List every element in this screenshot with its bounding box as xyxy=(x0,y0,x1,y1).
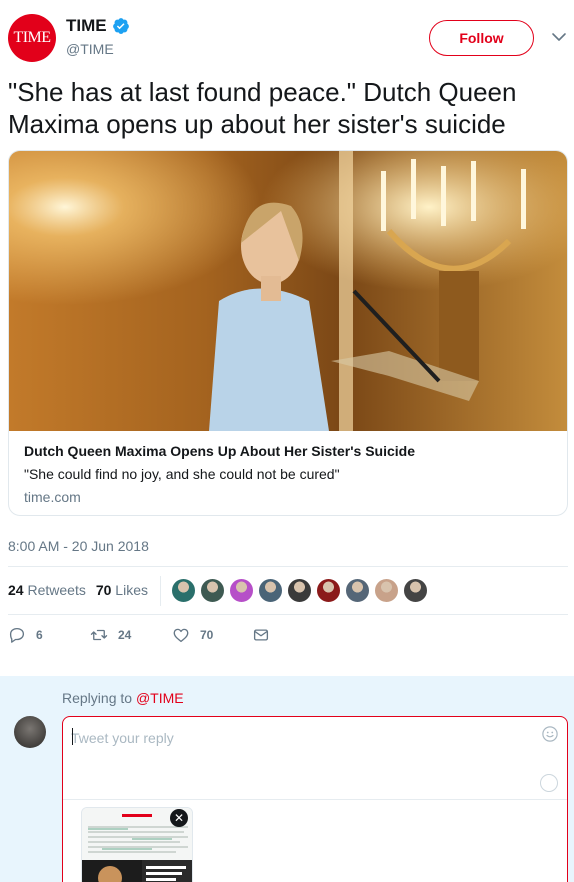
reply-composer: Replying to @TIME Tweet your reply ✕ xyxy=(0,676,574,882)
tweet-stats: 24 Retweets 70 Likes xyxy=(8,582,148,598)
reply-action[interactable]: 6 xyxy=(8,626,90,644)
account-avatar[interactable]: TIME xyxy=(8,14,56,62)
account-handle[interactable]: @TIME xyxy=(66,41,114,57)
card-image[interactable] xyxy=(9,151,568,431)
liker-avatar[interactable] xyxy=(374,578,399,603)
envelope-icon[interactable] xyxy=(252,626,270,644)
like-count: 70 xyxy=(200,628,214,642)
divider xyxy=(8,614,568,615)
card-title[interactable]: Dutch Queen Maxima Opens Up About Her Si… xyxy=(24,443,415,459)
divider xyxy=(63,799,567,800)
card-description: "She could find no joy, and she could no… xyxy=(24,466,340,482)
liker-avatars xyxy=(171,578,428,603)
stats-separator xyxy=(160,576,161,606)
chevron-down-icon[interactable] xyxy=(551,29,567,45)
liker-avatar[interactable] xyxy=(403,578,428,603)
replying-to: Replying to @TIME xyxy=(62,690,184,706)
reply-count: 6 xyxy=(36,628,43,642)
reply-box[interactable]: ✕ xyxy=(62,716,568,882)
card-domain[interactable]: time.com xyxy=(24,489,81,505)
retweets-label[interactable]: Retweets xyxy=(27,582,85,598)
heart-icon[interactable] xyxy=(172,626,190,644)
liker-avatar[interactable] xyxy=(258,578,283,603)
user-avatar[interactable] xyxy=(14,716,46,748)
account-name-text[interactable]: TIME xyxy=(66,16,107,36)
liker-avatar[interactable] xyxy=(345,578,370,603)
emoji-icon[interactable] xyxy=(541,725,559,743)
text-cursor xyxy=(72,728,73,745)
follow-button[interactable]: Follow xyxy=(429,20,534,56)
retweets-count[interactable]: 24 xyxy=(8,582,24,598)
reply-icon[interactable] xyxy=(8,626,26,644)
link-card[interactable]: Dutch Queen Maxima Opens Up About Her Si… xyxy=(8,150,568,516)
liker-avatar[interactable] xyxy=(229,578,254,603)
liker-avatar[interactable] xyxy=(287,578,312,603)
like-action[interactable]: 70 xyxy=(172,626,252,644)
liker-avatar[interactable] xyxy=(316,578,341,603)
character-counter xyxy=(540,774,558,792)
reply-input[interactable] xyxy=(71,727,511,749)
likes-label[interactable]: Likes xyxy=(115,582,148,598)
retweet-icon[interactable] xyxy=(90,626,108,644)
likes-count[interactable]: 70 xyxy=(96,582,112,598)
liker-avatar[interactable] xyxy=(200,578,225,603)
tweet: TIME TIME @TIME Follow "She has at last … xyxy=(0,0,574,676)
retweet-count: 24 xyxy=(118,628,132,642)
replying-to-label: Replying to xyxy=(62,690,133,706)
liker-avatar[interactable] xyxy=(171,578,196,603)
direct-message-action[interactable] xyxy=(252,626,270,644)
tweet-actions: 6 24 70 xyxy=(8,626,270,644)
tweet-timestamp[interactable]: 8:00 AM - 20 Jun 2018 xyxy=(8,538,149,554)
divider xyxy=(8,566,568,567)
verified-badge-icon xyxy=(112,18,129,34)
replying-to-handle[interactable]: @TIME xyxy=(136,690,184,706)
retweets-stat[interactable]: 24 Retweets xyxy=(8,582,86,598)
likes-stat[interactable]: 70 Likes xyxy=(96,582,148,598)
remove-media-close-icon[interactable]: ✕ xyxy=(170,809,188,827)
retweet-action[interactable]: 24 xyxy=(90,626,172,644)
account-name[interactable]: TIME xyxy=(66,16,130,36)
tweet-text: "She has at last found peace." Dutch Que… xyxy=(8,77,517,139)
